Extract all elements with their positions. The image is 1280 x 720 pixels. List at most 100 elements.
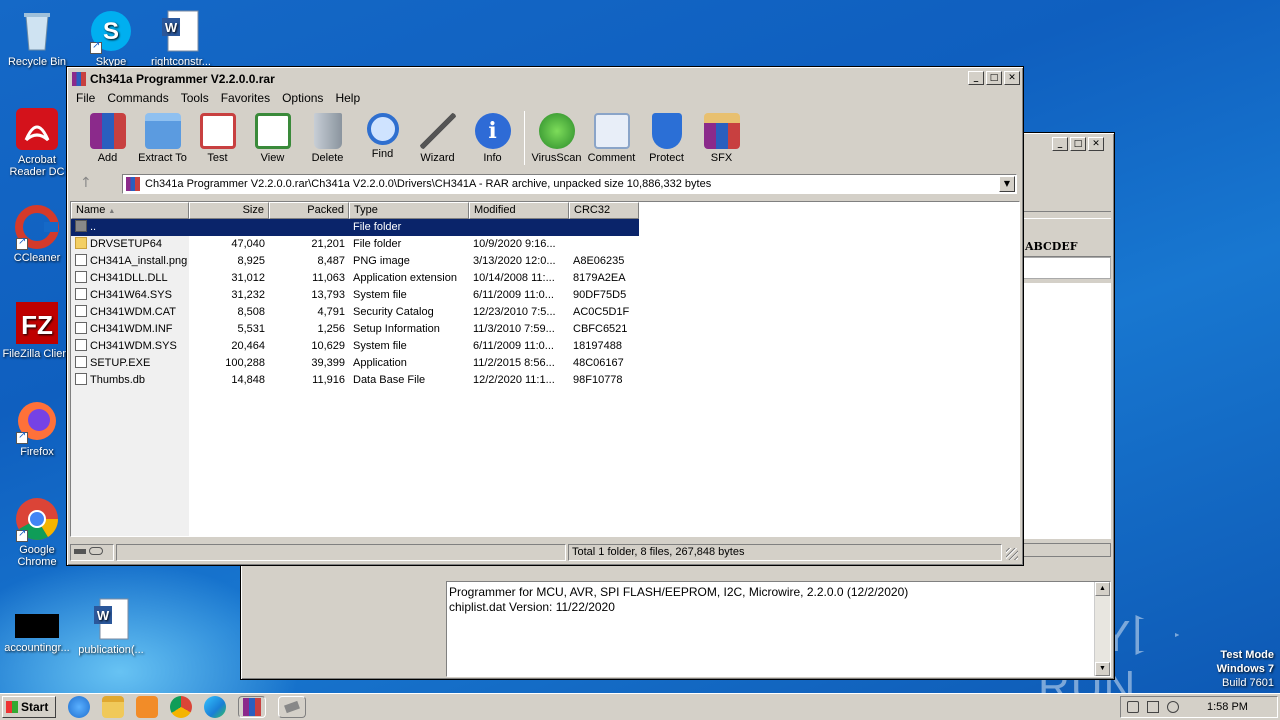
network-icon[interactable] <box>1147 701 1159 713</box>
media-player-icon[interactable] <box>136 696 158 718</box>
edge-icon[interactable] <box>204 696 226 718</box>
test-button[interactable]: Test <box>190 109 245 164</box>
table-row[interactable]: Thumbs.db 14,848 11,916 Data Base File 12/2/… <box>71 372 639 389</box>
menu-options[interactable]: Options <box>276 91 329 105</box>
column-header-packed[interactable]: Packed <box>269 202 349 219</box>
desktop-icon-acrobat[interactable]: Acrobat Reader DC <box>0 106 74 178</box>
table-row[interactable]: CH341WDM.INF 5,531 1,256 Setup Information 1… <box>71 321 639 338</box>
cell-modified: 12/23/2010 7:5... <box>469 304 569 321</box>
table-row[interactable]: .. File folder <box>71 219 639 236</box>
desktop-icon-ccleaner[interactable]: CCleaner <box>0 204 74 264</box>
table-row[interactable]: CH341W64.SYS 31,232 13,793 System file 6/11/… <box>71 287 639 304</box>
hex-data-panel[interactable] <box>1023 283 1111 539</box>
column-label: Packed <box>307 204 344 216</box>
column-header-crc32[interactable]: CRC32 <box>569 202 639 219</box>
desktop-icon-accountingr[interactable]: accountingr... <box>0 604 74 654</box>
find-button[interactable]: Find <box>355 109 410 160</box>
maximize-button[interactable]: □ <box>1070 137 1086 151</box>
cell-name: CH341A_install.png <box>71 253 189 270</box>
column-header-name[interactable]: Name ▲ <box>71 202 189 219</box>
explorer-folder-icon[interactable] <box>102 696 124 718</box>
start-button[interactable]: Start <box>2 696 56 718</box>
cell-modified: 11/2/2015 8:56... <box>469 355 569 372</box>
table-row[interactable]: CH341WDM.SYS 20,464 10,629 System file 6/11/… <box>71 338 639 355</box>
close-button[interactable]: ✕ <box>1088 137 1104 151</box>
menu-file[interactable]: File <box>70 91 101 105</box>
path-text: Ch341a Programmer V2.2.0.0.rar\Ch341a V2… <box>145 178 712 190</box>
desktop-icon-publication[interactable]: W publication(... <box>74 596 148 656</box>
table-row[interactable]: CH341DLL.DLL 31,012 11,063 Application exte… <box>71 270 639 287</box>
log-scrollbar[interactable]: ▲ ▼ <box>1094 582 1110 676</box>
comment-button[interactable]: Comment <box>584 109 639 164</box>
desktop-icon-rightconstr[interactable]: W rightconstr... <box>144 8 218 68</box>
scroll-down-button[interactable]: ▼ <box>1095 662 1110 676</box>
action-center-icon[interactable] <box>1167 701 1179 713</box>
delete-button[interactable]: Delete <box>300 109 355 164</box>
maximize-button[interactable]: □ <box>986 71 1002 85</box>
column-header-modified[interactable]: Modified <box>469 202 569 219</box>
table-row[interactable]: CH341WDM.CAT 8,508 4,791 Security Catalog 12… <box>71 304 639 321</box>
table-row[interactable]: DRVSETUP64 47,040 21,201 File folder 10/9/20… <box>71 236 639 253</box>
scroll-up-button[interactable]: ▲ <box>1095 582 1110 596</box>
winrar-titlebar[interactable]: Ch341a Programmer V2.2.0.0.rar _ □ ✕ <box>70 70 1020 88</box>
clock[interactable]: 1:58 PM <box>1207 697 1248 717</box>
cell-text: 11/2/2015 8:56... <box>473 357 555 369</box>
file-list[interactable]: Name ▲ Size Packed Type Modified CRC32 .… <box>70 201 1020 537</box>
skype-icon: S <box>88 8 134 54</box>
wizard-button[interactable]: Wizard <box>410 109 465 164</box>
cell-text: A8E06235 <box>573 255 625 267</box>
shortcut-arrow-icon <box>16 528 28 542</box>
table-row[interactable]: CH341A_install.png 8,925 8,487 PNG image 3/1… <box>71 253 639 270</box>
hex-view-area[interactable] <box>1023 257 1111 279</box>
internet-explorer-icon[interactable] <box>68 696 90 718</box>
file-icon <box>75 305 87 317</box>
protect-shield-icon <box>651 113 682 149</box>
desktop-icon-label: publication(... <box>78 644 144 656</box>
winrar-window[interactable]: Ch341a Programmer V2.2.0.0.rar _ □ ✕ Fil… <box>66 66 1024 566</box>
menu-tools[interactable]: Tools <box>175 91 215 105</box>
virusscan-button[interactable]: VirusScan <box>529 109 584 164</box>
programmer-taskbar-button[interactable] <box>278 696 306 718</box>
window-controls: _ □ ✕ <box>966 71 1020 85</box>
desktop-icon-firefox[interactable]: Firefox <box>0 398 74 458</box>
table-row[interactable]: SETUP.EXE 100,288 39,399 Application 11/2/20… <box>71 355 639 372</box>
chevron-down-icon[interactable]: ▼ <box>999 176 1015 192</box>
add-button[interactable]: Add <box>80 109 135 164</box>
log-output[interactable]: Programmer for MCU, AVR, SPI FLASH/EEPRO… <box>446 581 1111 677</box>
file-icon <box>75 271 87 283</box>
cell-modified: 3/13/2020 12:0... <box>469 253 569 270</box>
desktop-icon-label: accountingr... <box>4 642 70 654</box>
menu-help[interactable]: Help <box>329 91 366 105</box>
desktop-icon-filezilla[interactable]: FZ FileZilla Client <box>0 300 74 360</box>
info-button[interactable]: i Info <box>465 109 520 164</box>
desktop-icon-chrome[interactable]: Google Chrome <box>0 496 74 568</box>
sfx-button[interactable]: SFX <box>694 109 749 164</box>
menu-commands[interactable]: Commands <box>101 91 174 105</box>
view-book-icon <box>254 113 291 149</box>
minimize-button[interactable]: _ <box>1052 137 1068 151</box>
tool-label: SFX <box>710 152 733 164</box>
chrome-taskbar-icon[interactable] <box>170 696 192 718</box>
menu-favorites[interactable]: Favorites <box>215 91 276 105</box>
column-header-type[interactable]: Type <box>349 202 469 219</box>
view-button[interactable]: View <box>245 109 300 164</box>
cell-modified: 6/11/2009 11:0... <box>469 338 569 355</box>
close-button[interactable]: ✕ <box>1004 71 1020 85</box>
file-icon <box>75 254 87 266</box>
cell-name: CH341WDM.SYS <box>71 338 189 355</box>
minimize-button[interactable]: _ <box>968 71 984 85</box>
desktop-icon-recycle-bin[interactable]: Recycle Bin <box>0 8 74 68</box>
speaker-icon[interactable] <box>1127 701 1139 713</box>
protect-button[interactable]: Protect <box>639 109 694 164</box>
cell-type: Security Catalog <box>349 304 469 321</box>
extract-to-button[interactable]: Extract To <box>135 109 190 164</box>
desktop-icon-skype[interactable]: S Skype <box>74 8 148 68</box>
winrar-taskbar-button[interactable] <box>238 696 266 718</box>
path-combobox[interactable]: Ch341a Programmer V2.2.0.0.rar\Ch341a V2… <box>122 174 1017 194</box>
resize-grip-icon[interactable] <box>1006 548 1018 560</box>
column-header-size[interactable]: Size <box>189 202 269 219</box>
cell-packed: 11,063 <box>269 270 349 287</box>
status-drive-icons[interactable] <box>70 544 114 561</box>
cell-packed: 10,629 <box>269 338 349 355</box>
up-arrow-icon[interactable]: ↑ <box>80 175 96 191</box>
